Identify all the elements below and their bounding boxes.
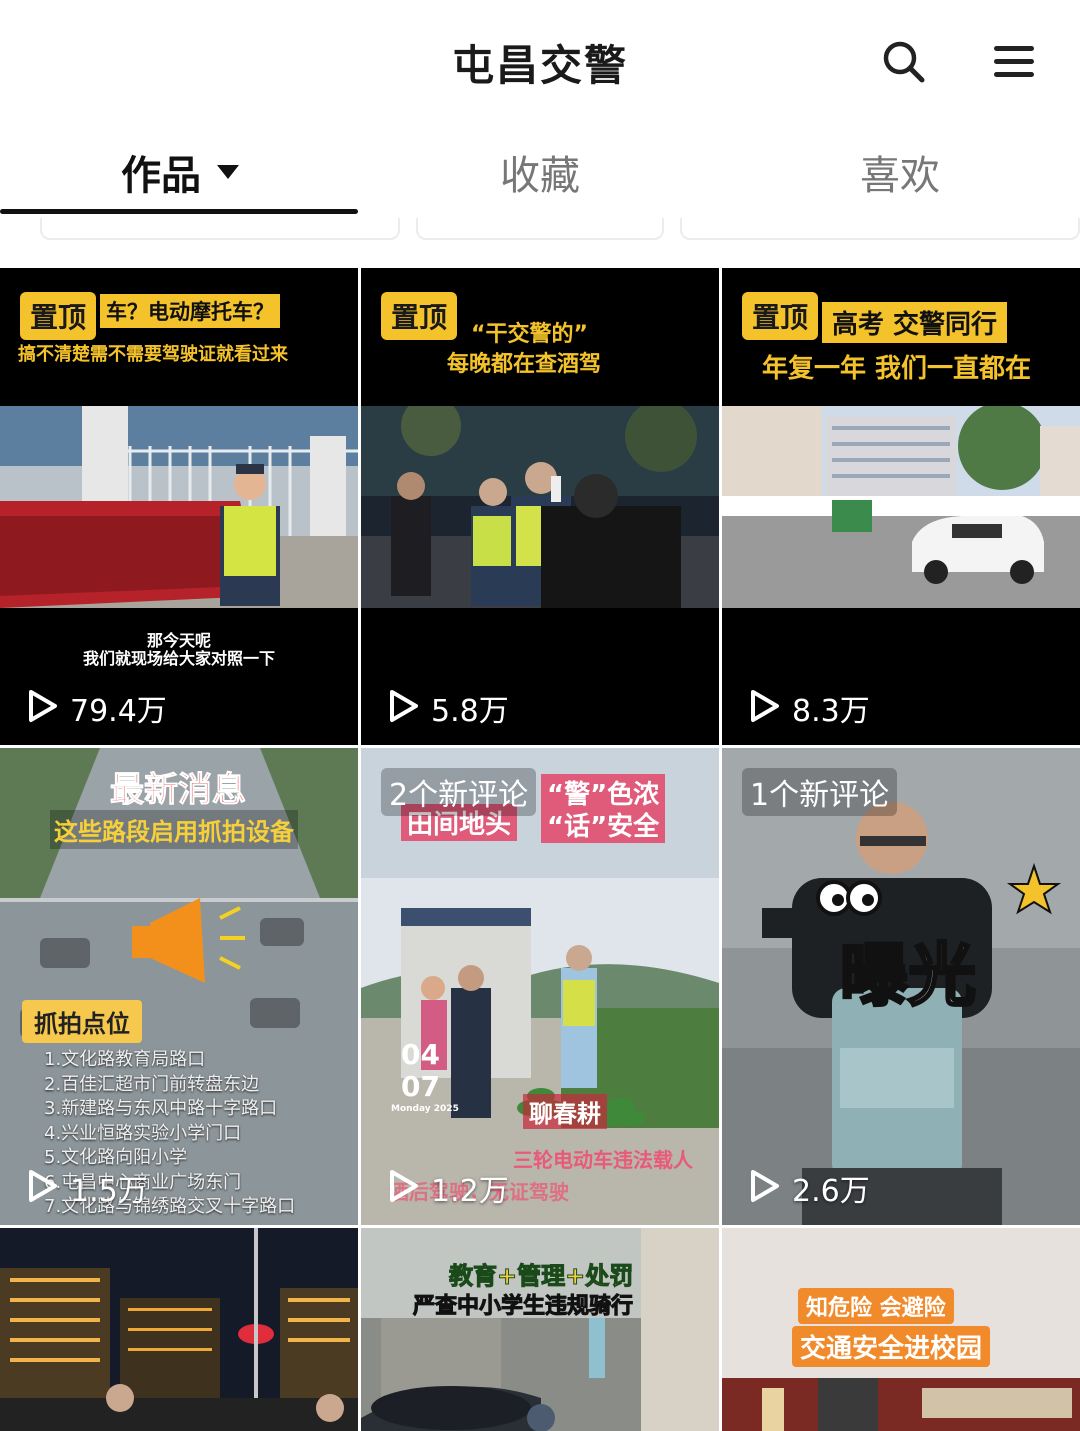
- pinned-badge: 置顶: [381, 292, 458, 340]
- caption-line2: 我们就现场给大家对照一下: [82, 649, 275, 669]
- video-title-line1: 教育+管理+处罚: [448, 1262, 634, 1291]
- video-title-line2: 交通安全进校园: [792, 1326, 991, 1367]
- video-thumbnail[interactable]: 置顶 “干交警的” 每晚都在查酒驾 5.8万: [361, 268, 719, 745]
- video-title-line2: 年复一年 我们一直都在: [762, 354, 1032, 384]
- play-icon: [390, 1170, 418, 1202]
- play-icon: [751, 1170, 779, 1202]
- date-day: 04: [401, 1038, 440, 1071]
- pinned-badge: 置顶: [742, 292, 819, 340]
- video-photo: [0, 1228, 358, 1431]
- caret-down-icon[interactable]: [217, 165, 239, 179]
- play-icon: [29, 1170, 57, 1202]
- exposure-sticker: 曝光: [838, 936, 977, 1018]
- sparkle-icon: [1006, 862, 1062, 915]
- date-month: 07: [401, 1070, 440, 1103]
- search-icon[interactable]: [878, 36, 930, 88]
- video-thumbnail[interactable]: 置顶 高考 交警同行 年复一年 我们一直都在 8.3万: [722, 268, 1080, 745]
- tab-favorites[interactable]: 收藏: [360, 137, 720, 207]
- sign-label: 聊春耕: [523, 1094, 607, 1129]
- video-caption: 那今天呢 我们就现场给大家对照一下: [0, 631, 358, 669]
- video-grid: 置顶 车？电动摩托车？ 搞不清楚需不需要驾驶证就看过来 那今天呢 我们就现场给大…: [0, 268, 1080, 1431]
- tab-likes[interactable]: 喜欢: [720, 137, 1080, 207]
- list-item: 4.兴业恒路实验小学门口: [44, 1122, 242, 1144]
- video-title-line1: 最新消息: [110, 770, 247, 811]
- collection-card[interactable]: [40, 218, 400, 240]
- menu-icon[interactable]: [988, 36, 1040, 88]
- list-item: 2.百佳汇超市门前转盘东边: [44, 1073, 260, 1095]
- capture-points-badge: 抓拍点位: [22, 1000, 142, 1043]
- view-count: 5.8万: [431, 694, 509, 729]
- video-title-right2: “话”安全: [541, 806, 666, 843]
- video-photo: [361, 406, 719, 608]
- video-thumbnail[interactable]: 1个新评论 曝光 2.6万: [722, 748, 1080, 1225]
- collection-card[interactable]: [680, 218, 1080, 240]
- view-count: 1.5万: [70, 1174, 148, 1209]
- video-thumbnail[interactable]: [0, 1228, 358, 1431]
- caption-line1: 那今天呢: [146, 631, 211, 650]
- video-title-line1: 高考 交警同行: [822, 302, 1008, 343]
- video-title-line2: 严查中小学生违规骑行: [412, 1294, 634, 1320]
- view-count: 2.6万: [792, 1174, 870, 1209]
- video-photo: [722, 406, 1080, 608]
- video-thumbnail[interactable]: 教育+管理+处罚 严查中小学生违规骑行: [361, 1228, 719, 1431]
- list-item: 1.文化路教育局路口: [44, 1049, 206, 1070]
- view-count: 1.2万: [431, 1174, 509, 1209]
- video-title-line1: 知危险 会避险: [798, 1288, 954, 1324]
- bottom-line1: 三轮电动车违法载人: [513, 1148, 693, 1172]
- profile-tabs: 作品 收藏 喜欢: [0, 125, 1080, 217]
- video-thumbnail[interactable]: 2个新评论 田间地头 “警”色浓 “话”安全 04 07 Monday 2025…: [361, 748, 719, 1225]
- pinned-badge: 置顶: [20, 292, 97, 340]
- tab-works[interactable]: 作品: [0, 137, 360, 207]
- collection-card[interactable]: [416, 218, 664, 240]
- date-sub: Monday 2025: [391, 1104, 459, 1114]
- play-icon: [751, 690, 779, 722]
- video-thumbnail[interactable]: 最新消息 这些路段启用抓拍设备 抓拍点位 1.文化路教育局路口 2.百佳汇超市门…: [0, 748, 358, 1225]
- tab-favorites-label: 收藏: [500, 153, 580, 199]
- play-icon: [29, 690, 57, 722]
- tab-works-label: 作品: [121, 153, 201, 199]
- eyes-icon: [816, 880, 882, 916]
- video-photo: [0, 406, 358, 608]
- video-title-line2: 每晚都在查酒驾: [447, 352, 602, 377]
- view-count: 8.3万: [792, 694, 870, 729]
- video-title-line2: 这些路段启用抓拍设备: [50, 810, 298, 849]
- list-item: 3.新建路与东风中路十字路口: [44, 1098, 278, 1119]
- tab-likes-label: 喜欢: [860, 153, 940, 199]
- video-title-line2: 搞不清楚需不需要驾驶证就看过来: [18, 344, 288, 365]
- video-title-line1: “干交警的”: [471, 322, 588, 347]
- video-thumbnail[interactable]: 知危险 会避险 交通安全进校园: [722, 1228, 1080, 1431]
- video-thumbnail[interactable]: 置顶 车？电动摩托车？ 搞不清楚需不需要驾驶证就看过来 那今天呢 我们就现场给大…: [0, 268, 358, 745]
- video-title-line1: 车？电动摩托车？: [100, 294, 280, 328]
- play-icon: [390, 690, 418, 722]
- app-header: 屯昌交警: [0, 0, 1080, 125]
- active-tab-indicator: [0, 209, 358, 214]
- view-count: 79.4万: [70, 694, 167, 729]
- new-comments-badge: 2个新评论: [381, 768, 537, 816]
- new-comments-badge: 1个新评论: [742, 768, 898, 816]
